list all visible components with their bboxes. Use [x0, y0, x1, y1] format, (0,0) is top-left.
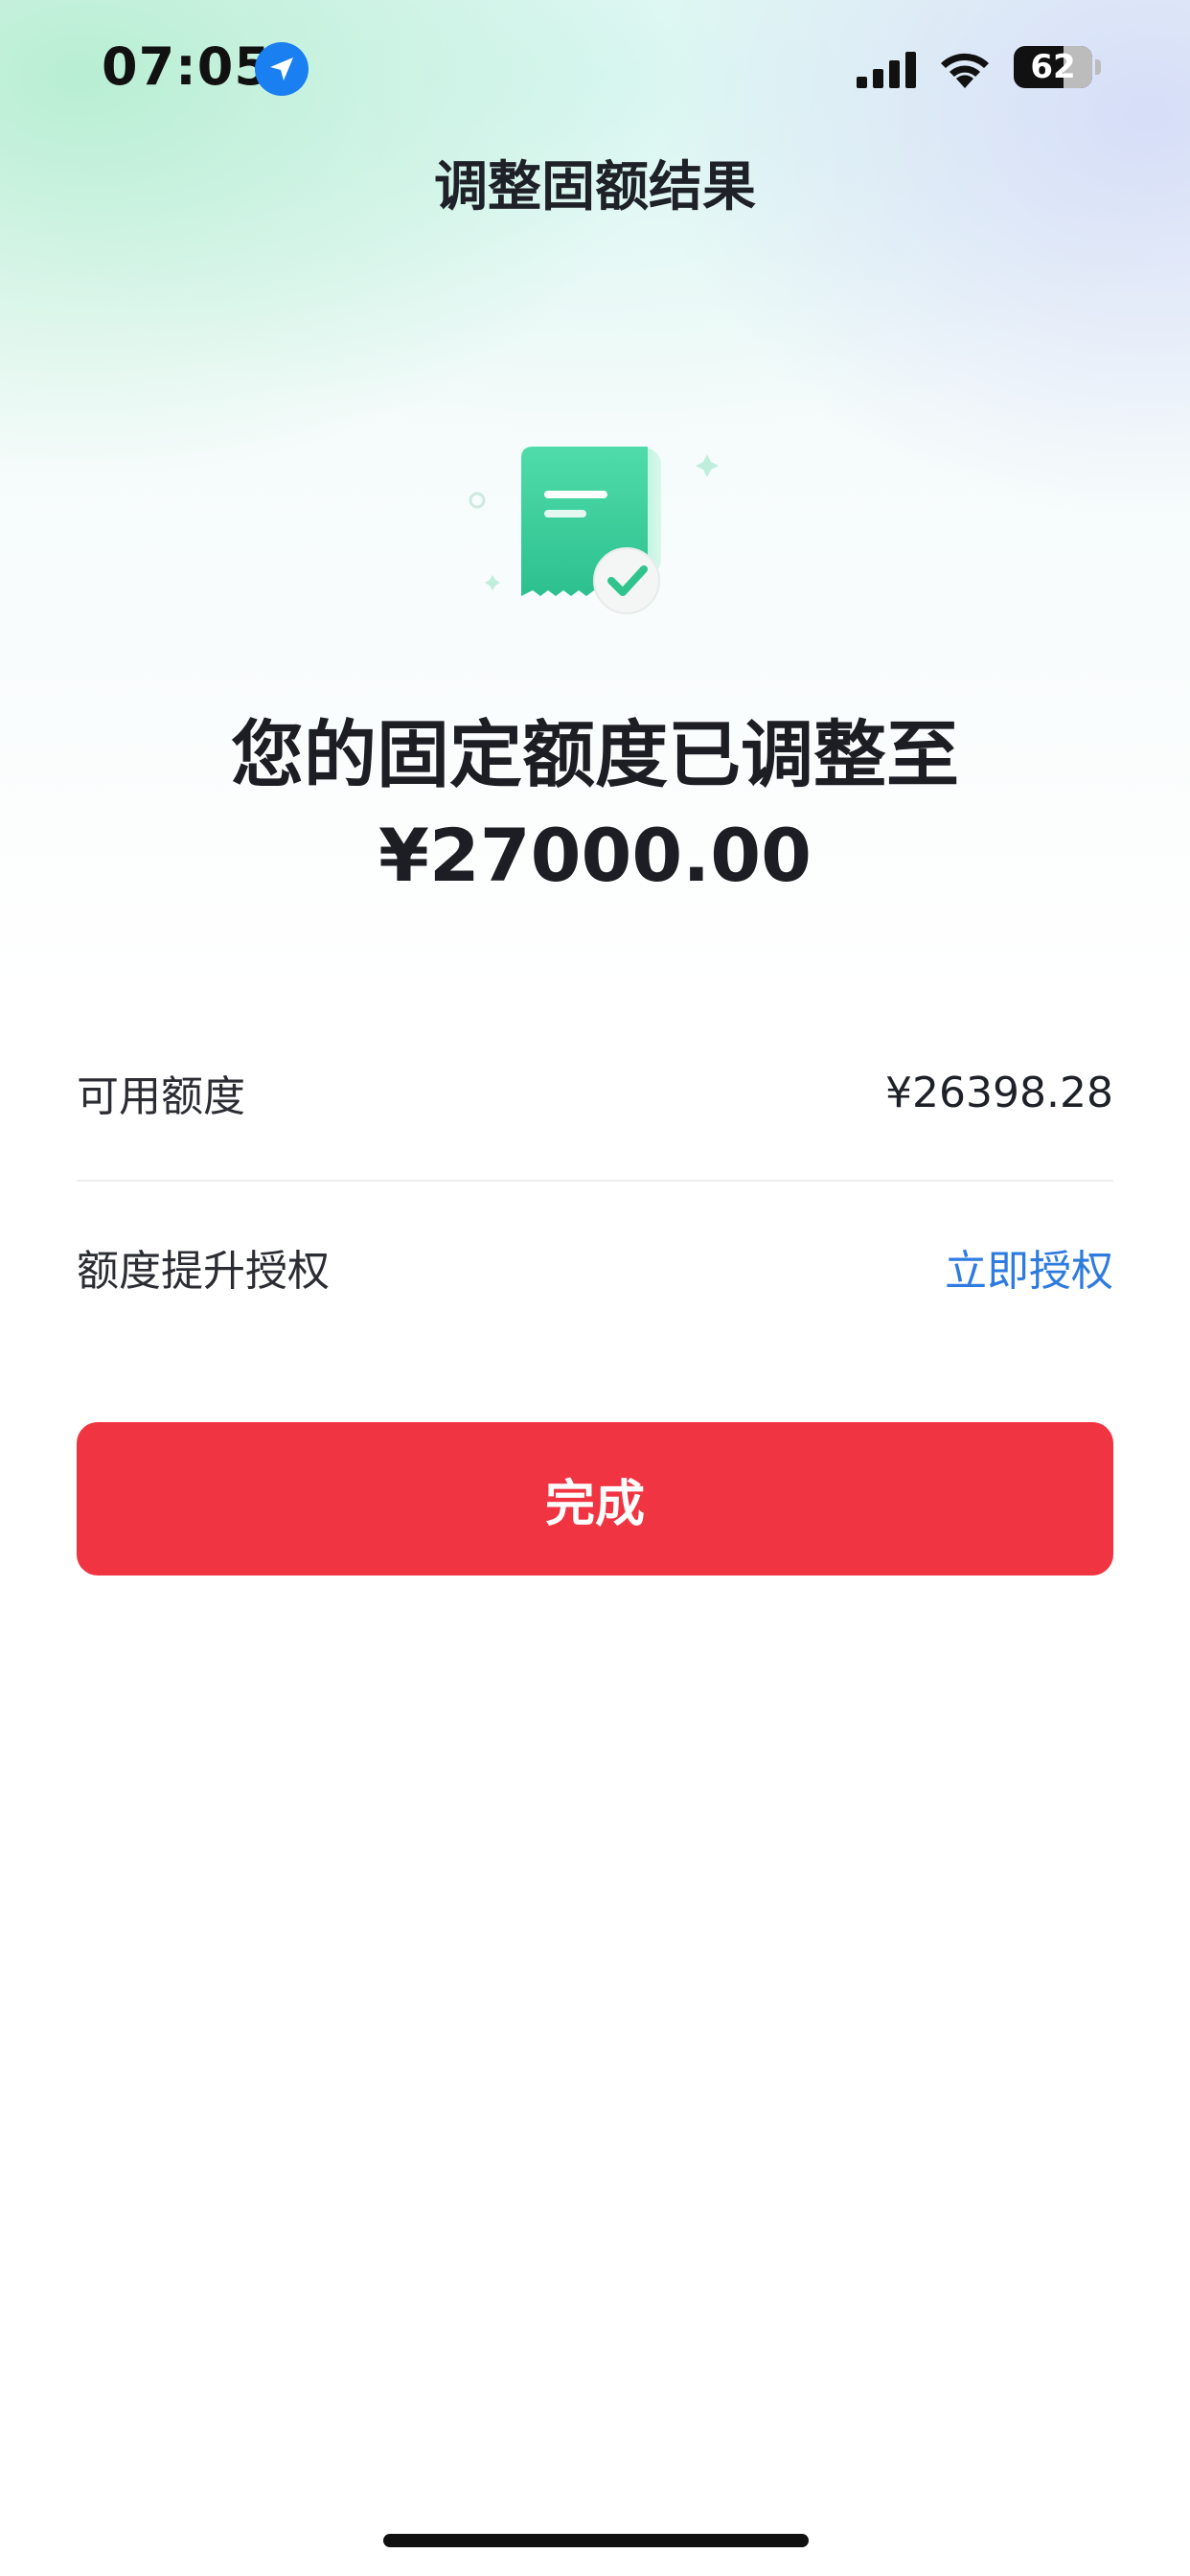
status-bar: 07:05 62 [0, 0, 1190, 144]
status-time: 07:05 [102, 36, 271, 97]
page-title: 调整固额结果 [434, 156, 756, 218]
home-indicator[interactable] [383, 2534, 809, 2547]
result-headline: 您的固定额度已调整至 [231, 712, 959, 797]
battery-icon: 62 [1014, 46, 1092, 88]
available-credit-row: 可用额度 ¥26398.28 [77, 1045, 1113, 1140]
adjusted-amount: ¥27000.00 [378, 813, 812, 898]
credit-increase-auth-label: 额度提升授权 [77, 1247, 330, 1296]
available-credit-label: 可用额度 [77, 1072, 245, 1121]
wifi-icon [941, 53, 989, 88]
battery-nub [1095, 59, 1101, 75]
signal-icon [857, 52, 916, 88]
location-icon [255, 42, 309, 96]
row-divider [77, 1180, 1113, 1182]
available-credit-value: ¥26398.28 [885, 1068, 1113, 1117]
receipt-check-icon [469, 447, 719, 614]
done-button[interactable]: 完成 [77, 1422, 1113, 1576]
battery-level: 62 [1030, 48, 1076, 86]
authorize-now-link[interactable]: 立即授权 [945, 1236, 1113, 1298]
credit-increase-auth-row: 额度提升授权 立即授权 [77, 1219, 1113, 1315]
